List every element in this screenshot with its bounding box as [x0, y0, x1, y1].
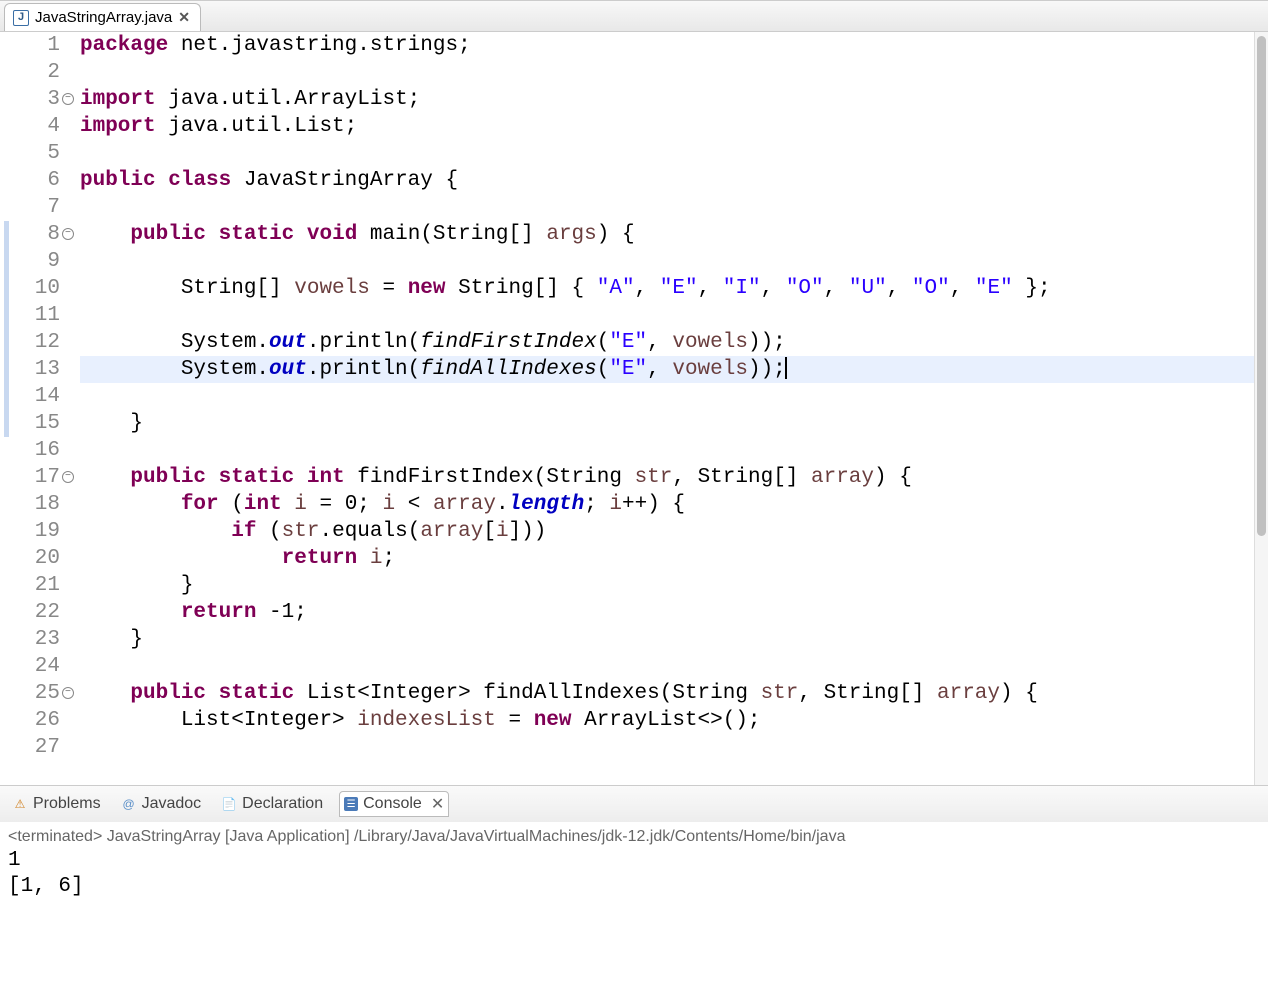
line-number: 24	[16, 653, 60, 680]
fold-gutter[interactable]: − − − −	[64, 32, 76, 785]
line-number: 6	[16, 167, 60, 194]
tab-javadoc[interactable]: @ Javadoc	[117, 793, 206, 815]
code-line[interactable]: System.out.println(findFirstIndex("E", v…	[80, 329, 1268, 356]
line-number: 9	[16, 248, 60, 275]
code-line[interactable]	[80, 734, 1268, 761]
code-line[interactable]: package net.javastring.strings;	[80, 32, 1268, 59]
editor-ruler	[0, 32, 16, 785]
line-number: 23	[16, 626, 60, 653]
code-line[interactable]	[80, 194, 1268, 221]
code-line[interactable]: return -1;	[80, 599, 1268, 626]
code-line[interactable]: }	[80, 626, 1268, 653]
line-number: 16	[16, 437, 60, 464]
code-line[interactable]	[80, 302, 1268, 329]
console-status: <terminated> JavaStringArray [Java Appli…	[0, 822, 1268, 848]
line-number: 25	[16, 680, 60, 707]
line-number: 20	[16, 545, 60, 572]
code-line[interactable]: System.out.println(findAllIndexes("E", v…	[80, 356, 1268, 383]
javadoc-icon: @	[121, 796, 137, 812]
code-line[interactable]: if (str.equals(array[i]))	[80, 518, 1268, 545]
fold-toggle-icon[interactable]: −	[62, 228, 74, 240]
line-number: 22	[16, 599, 60, 626]
close-icon[interactable]: ✕	[178, 9, 190, 26]
line-number: 1	[16, 32, 60, 59]
code-line[interactable]	[80, 140, 1268, 167]
line-number: 13	[16, 356, 60, 383]
code-line[interactable]: for (int i = 0; i < array.length; i++) {	[80, 491, 1268, 518]
declaration-icon: 📄	[221, 796, 237, 812]
code-area[interactable]: package net.javastring.strings; import ja…	[76, 32, 1268, 785]
fold-toggle-icon[interactable]: −	[62, 93, 74, 105]
line-number: 18	[16, 491, 60, 518]
console-output[interactable]: 1 [1, 6]	[0, 848, 1268, 900]
text-cursor	[785, 357, 787, 379]
line-number: 11	[16, 302, 60, 329]
vertical-scrollbar[interactable]	[1254, 32, 1268, 785]
code-line[interactable]: public static List<Integer> findAllIndex…	[80, 680, 1268, 707]
editor-tab-active[interactable]: J JavaStringArray.java ✕	[4, 3, 201, 31]
console-icon: ☰	[344, 797, 358, 811]
line-number: 27	[16, 734, 60, 761]
tab-label: Console	[363, 795, 422, 813]
scrollbar-thumb[interactable]	[1257, 36, 1266, 536]
line-number: 21	[16, 572, 60, 599]
fold-toggle-icon[interactable]: −	[62, 471, 74, 483]
tab-filename: JavaStringArray.java	[35, 9, 172, 26]
code-line[interactable]	[80, 248, 1268, 275]
code-line[interactable]	[80, 59, 1268, 86]
code-editor[interactable]: 1234567891011121314151617181920212223242…	[0, 32, 1268, 785]
line-number: 2	[16, 59, 60, 86]
code-line[interactable]	[80, 383, 1268, 410]
tab-problems[interactable]: ⚠ Problems	[8, 793, 105, 815]
code-line[interactable]: }	[80, 572, 1268, 599]
tab-console[interactable]: ☰ Console ✕	[339, 791, 449, 817]
line-number: 17	[16, 464, 60, 491]
close-icon[interactable]: ✕	[431, 794, 444, 814]
line-number: 10	[16, 275, 60, 302]
tab-label: Problems	[33, 795, 101, 813]
code-line[interactable]: List<Integer> indexesList = new ArrayLis…	[80, 707, 1268, 734]
problems-icon: ⚠	[12, 796, 28, 812]
code-line[interactable]: import java.util.ArrayList;	[80, 86, 1268, 113]
tab-label: Javadoc	[142, 795, 202, 813]
line-number-gutter[interactable]: 1234567891011121314151617181920212223242…	[16, 32, 64, 785]
line-number: 8	[16, 221, 60, 248]
line-number: 26	[16, 707, 60, 734]
code-line[interactable]: public class JavaStringArray {	[80, 167, 1268, 194]
line-number: 5	[16, 140, 60, 167]
code-line[interactable]: String[] vowels = new String[] { "A", "E…	[80, 275, 1268, 302]
code-line[interactable]	[80, 437, 1268, 464]
line-number: 3	[16, 86, 60, 113]
code-line[interactable]: public static int findFirstIndex(String …	[80, 464, 1268, 491]
line-number: 7	[16, 194, 60, 221]
bottom-panel-tabs: ⚠ Problems @ Javadoc 📄 Declaration ☰ Con…	[0, 785, 1268, 822]
line-number: 4	[16, 113, 60, 140]
console-line: 1	[8, 848, 1260, 874]
line-number: 15	[16, 410, 60, 437]
java-file-icon: J	[13, 10, 29, 26]
line-number: 19	[16, 518, 60, 545]
code-line[interactable]	[80, 653, 1268, 680]
tab-declaration[interactable]: 📄 Declaration	[217, 793, 327, 815]
fold-toggle-icon[interactable]: −	[62, 687, 74, 699]
console-line: [1, 6]	[8, 874, 1260, 900]
code-line[interactable]: public static void main(String[] args) {	[80, 221, 1268, 248]
tab-label: Declaration	[242, 795, 323, 813]
code-line[interactable]: return i;	[80, 545, 1268, 572]
editor-tab-bar: J JavaStringArray.java ✕	[0, 0, 1268, 32]
line-number: 14	[16, 383, 60, 410]
line-number: 12	[16, 329, 60, 356]
code-line[interactable]: }	[80, 410, 1268, 437]
code-line[interactable]: import java.util.List;	[80, 113, 1268, 140]
